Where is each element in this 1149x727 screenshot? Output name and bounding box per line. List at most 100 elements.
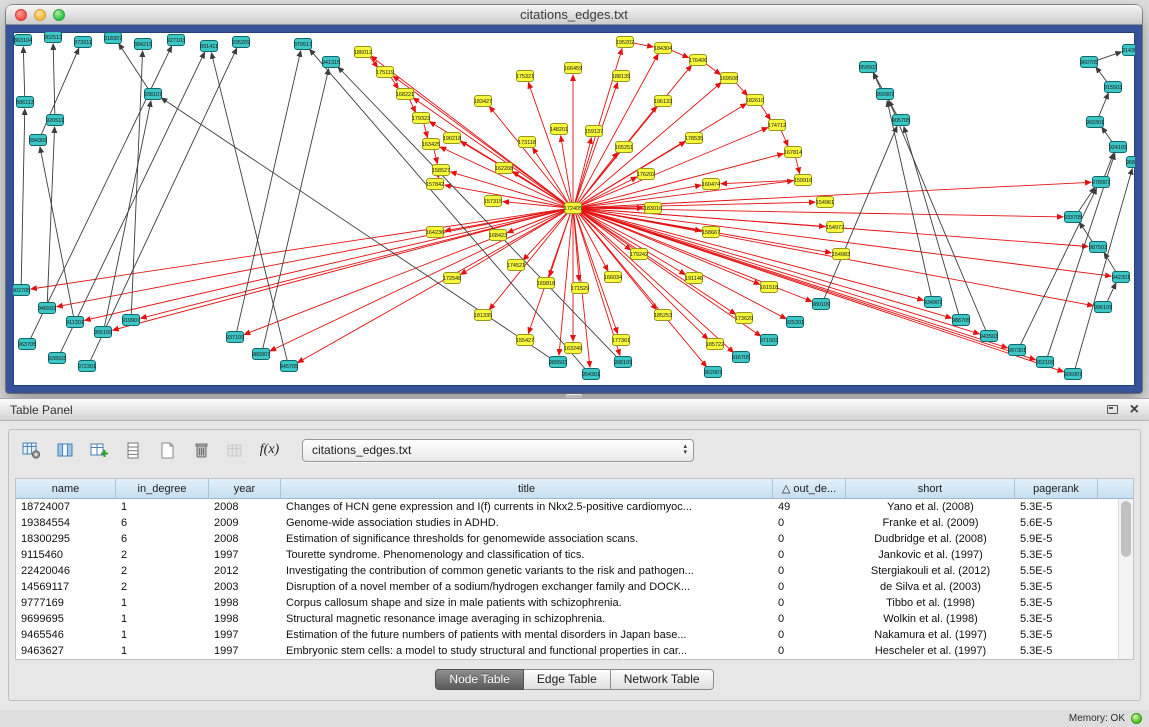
citation-edge[interactable] bbox=[1097, 52, 1122, 61]
table-row[interactable]: 1872400712008Changes of HCN gene express… bbox=[16, 499, 1118, 515]
cell-short[interactable]: Yano et al. (2008) bbox=[846, 499, 1015, 515]
graph-node[interactable]: 924109 bbox=[1109, 142, 1127, 153]
cell-in-degree[interactable]: 2 bbox=[116, 547, 209, 563]
cell-pagerank[interactable]: 5.6E-5 bbox=[1015, 515, 1098, 531]
graph-node[interactable]: 190218 bbox=[443, 133, 461, 144]
cell-short[interactable]: Hescheler et al. (1997) bbox=[846, 643, 1015, 659]
cell-pagerank[interactable]: 5.9E-5 bbox=[1015, 531, 1098, 547]
cell-out-de[interactable]: 0 bbox=[773, 595, 846, 611]
zoom-window-button[interactable] bbox=[53, 9, 65, 21]
graph-node[interactable]: 165251 bbox=[615, 142, 633, 153]
graph-node[interactable]: 157842 bbox=[426, 179, 444, 190]
table-row[interactable]: 977716911998Corpus callosum shape and si… bbox=[16, 595, 1118, 611]
graph-node[interactable]: 172548 bbox=[443, 273, 461, 284]
column-header-name[interactable]: name bbox=[16, 479, 116, 498]
cell-year[interactable]: 2012 bbox=[209, 563, 281, 579]
graph-node[interactable]: 962907 bbox=[704, 367, 722, 378]
cell-name[interactable]: 18724007 bbox=[16, 499, 116, 515]
graph-node[interactable]: 955109 bbox=[94, 327, 112, 338]
column-header-out-de[interactable]: △ out_de... bbox=[773, 479, 846, 498]
graph-node[interactable]: 185253 bbox=[654, 310, 672, 321]
citation-network-graph[interactable]: 1724051830161762021652511591371482011731… bbox=[13, 32, 1135, 386]
close-panel-icon[interactable]: × bbox=[1130, 404, 1139, 416]
graph-node[interactable]: 173118 bbox=[518, 137, 536, 148]
graph-node[interactable]: 938107 bbox=[144, 89, 162, 100]
citation-edge[interactable] bbox=[705, 63, 721, 75]
cell-pagerank[interactable]: 5.3E-5 bbox=[1015, 595, 1098, 611]
window-titlebar[interactable]: citations_edges.txt bbox=[6, 5, 1142, 25]
column-header-short[interactable]: short bbox=[846, 479, 1015, 498]
new-column-icon[interactable] bbox=[86, 437, 113, 464]
cell-year[interactable]: 2008 bbox=[209, 499, 281, 515]
table-row[interactable]: 946554611997Estimation of the future num… bbox=[16, 627, 1118, 643]
graph-node[interactable]: 176202 bbox=[637, 169, 655, 180]
graph-node[interactable]: 906907 bbox=[1064, 369, 1082, 380]
cell-out-de[interactable]: 0 bbox=[773, 547, 846, 563]
graph-node[interactable]: 980907 bbox=[252, 349, 270, 360]
graph-node[interactable]: 902705 bbox=[13, 285, 30, 296]
citation-edge[interactable] bbox=[237, 51, 301, 331]
cell-short[interactable]: Stergiakouli et al. (2012) bbox=[846, 563, 1015, 579]
graph-node[interactable]: 166459 bbox=[564, 63, 582, 74]
graph-node[interactable]: 920511 bbox=[46, 115, 64, 126]
close-window-button[interactable] bbox=[15, 9, 27, 21]
graph-node[interactable]: 943503 bbox=[980, 331, 998, 342]
citation-edge[interactable] bbox=[371, 56, 567, 204]
graph-node[interactable]: 959503 bbox=[859, 62, 877, 73]
graph-node[interactable]: 997301 bbox=[1008, 345, 1026, 356]
graph-node[interactable]: 183427 bbox=[474, 96, 492, 107]
float-panel-icon[interactable] bbox=[1107, 405, 1118, 414]
citation-edge[interactable] bbox=[489, 213, 568, 310]
graph-node[interactable]: 167814 bbox=[784, 147, 802, 158]
cell-year[interactable]: 2003 bbox=[209, 579, 281, 595]
graph-node[interactable]: 891411 bbox=[200, 41, 218, 52]
graph-node[interactable]: 182610 bbox=[746, 95, 764, 106]
citation-edge[interactable] bbox=[559, 214, 572, 355]
citation-edge[interactable] bbox=[581, 154, 784, 207]
graph-node[interactable]: 937109 bbox=[226, 332, 244, 343]
cell-year[interactable]: 2008 bbox=[209, 531, 281, 547]
graph-node[interactable]: 902513 bbox=[44, 32, 62, 43]
graph-node[interactable]: 963705 bbox=[18, 339, 36, 350]
graph-node[interactable]: 168423 bbox=[489, 230, 507, 241]
graph-node[interactable]: 163425 bbox=[422, 139, 440, 150]
cell-title[interactable]: Estimation of significance thresholds fo… bbox=[281, 531, 773, 547]
graph-node[interactable]: 159916 bbox=[794, 175, 812, 186]
graph-node[interactable]: 154972 bbox=[826, 222, 844, 233]
graph-node[interactable]: 181335 bbox=[474, 310, 492, 321]
graph-node[interactable]: 179242 bbox=[630, 249, 648, 260]
citation-edge[interactable] bbox=[131, 51, 142, 314]
citation-edge[interactable] bbox=[633, 43, 653, 47]
graph-node[interactable]: 163249 bbox=[564, 343, 582, 354]
cell-out-de[interactable]: 0 bbox=[773, 579, 846, 595]
function-builder-icon[interactable]: f(x) bbox=[256, 437, 283, 464]
cell-in-degree[interactable]: 1 bbox=[116, 643, 209, 659]
cell-pagerank[interactable]: 5.3E-5 bbox=[1015, 499, 1098, 515]
graph-node[interactable]: 173620 bbox=[735, 313, 753, 324]
graph-node[interactable]: 928503 bbox=[48, 353, 66, 364]
citation-edge[interactable] bbox=[781, 130, 788, 146]
graph-node[interactable]: 950907 bbox=[876, 89, 894, 100]
show-columns-icon[interactable] bbox=[52, 437, 79, 464]
graph-node[interactable]: 174712 bbox=[768, 120, 786, 131]
citation-edge[interactable] bbox=[576, 83, 618, 203]
citation-edge[interactable] bbox=[796, 158, 800, 174]
graph-node[interactable]: 873911 bbox=[74, 37, 92, 48]
citation-edge[interactable] bbox=[40, 147, 73, 316]
cell-name[interactable]: 9465546 bbox=[16, 627, 116, 643]
graph-node[interactable]: 154961 bbox=[816, 197, 834, 208]
table-vertical-scrollbar[interactable] bbox=[1118, 499, 1133, 659]
graph-node[interactable]: 905705 bbox=[892, 115, 910, 126]
table-row[interactable]: 969969511998Structural magnetic resonanc… bbox=[16, 611, 1118, 627]
cell-name[interactable]: 9463627 bbox=[16, 643, 116, 659]
cell-name[interactable]: 9115460 bbox=[16, 547, 116, 563]
hub-node[interactable]: 172405 bbox=[564, 203, 582, 214]
minimize-window-button[interactable] bbox=[34, 9, 46, 21]
graph-node[interactable]: 195202 bbox=[616, 37, 634, 48]
graph-node[interactable]: 978907 bbox=[1092, 177, 1110, 188]
scrollbar-thumb[interactable] bbox=[1121, 501, 1131, 557]
cell-out-de[interactable]: 49 bbox=[773, 499, 846, 515]
graph-node[interactable]: 971503 bbox=[760, 335, 778, 346]
citation-edge[interactable] bbox=[1099, 93, 1109, 117]
cell-out-de[interactable]: 0 bbox=[773, 643, 846, 659]
